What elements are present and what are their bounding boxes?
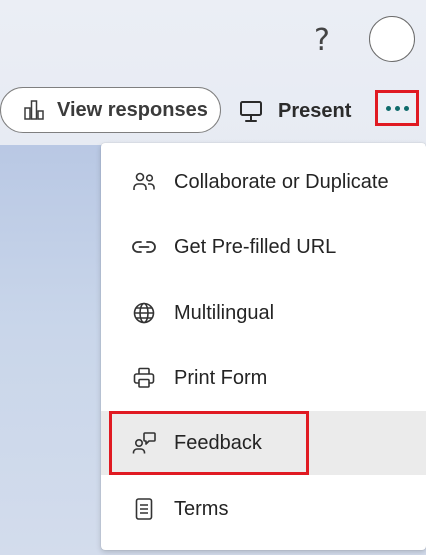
menu-item-multilingual[interactable]: Multilingual	[101, 281, 426, 345]
menu-item-label: Feedback	[174, 431, 262, 454]
menu-item-label: Terms	[174, 497, 229, 520]
view-responses-button[interactable]: View responses	[0, 87, 221, 133]
presentation-icon	[238, 98, 264, 124]
printer-icon	[131, 365, 157, 391]
menu-item-label: Collaborate or Duplicate	[174, 170, 389, 193]
present-label: Present	[278, 99, 352, 122]
person-feedback-icon	[131, 430, 157, 456]
bar-chart-icon	[23, 99, 45, 121]
document-icon	[131, 496, 157, 522]
more-horizontal-icon	[385, 105, 409, 111]
menu-item-label: Get Pre-filled URL	[174, 235, 337, 258]
people-icon	[131, 169, 157, 195]
menu-item-terms[interactable]: Terms	[101, 477, 426, 541]
menu-item-collaborate[interactable]: Collaborate or Duplicate	[101, 150, 426, 214]
more-options-menu: Collaborate or Duplicate Get Pre-filled …	[101, 143, 426, 550]
help-icon[interactable]: ?	[308, 22, 336, 60]
globe-icon	[131, 300, 157, 326]
present-button[interactable]: Present	[238, 92, 351, 130]
link-icon	[131, 234, 157, 260]
more-options-button[interactable]	[375, 90, 419, 126]
menu-item-feedback[interactable]: Feedback	[101, 411, 426, 475]
view-responses-label: View responses	[57, 98, 208, 121]
avatar[interactable]	[369, 16, 415, 62]
menu-item-label: Multilingual	[174, 301, 275, 324]
menu-item-prefilled-url[interactable]: Get Pre-filled URL	[101, 215, 426, 279]
menu-item-label: Print Form	[174, 366, 268, 389]
menu-item-print-form[interactable]: Print Form	[101, 346, 426, 410]
